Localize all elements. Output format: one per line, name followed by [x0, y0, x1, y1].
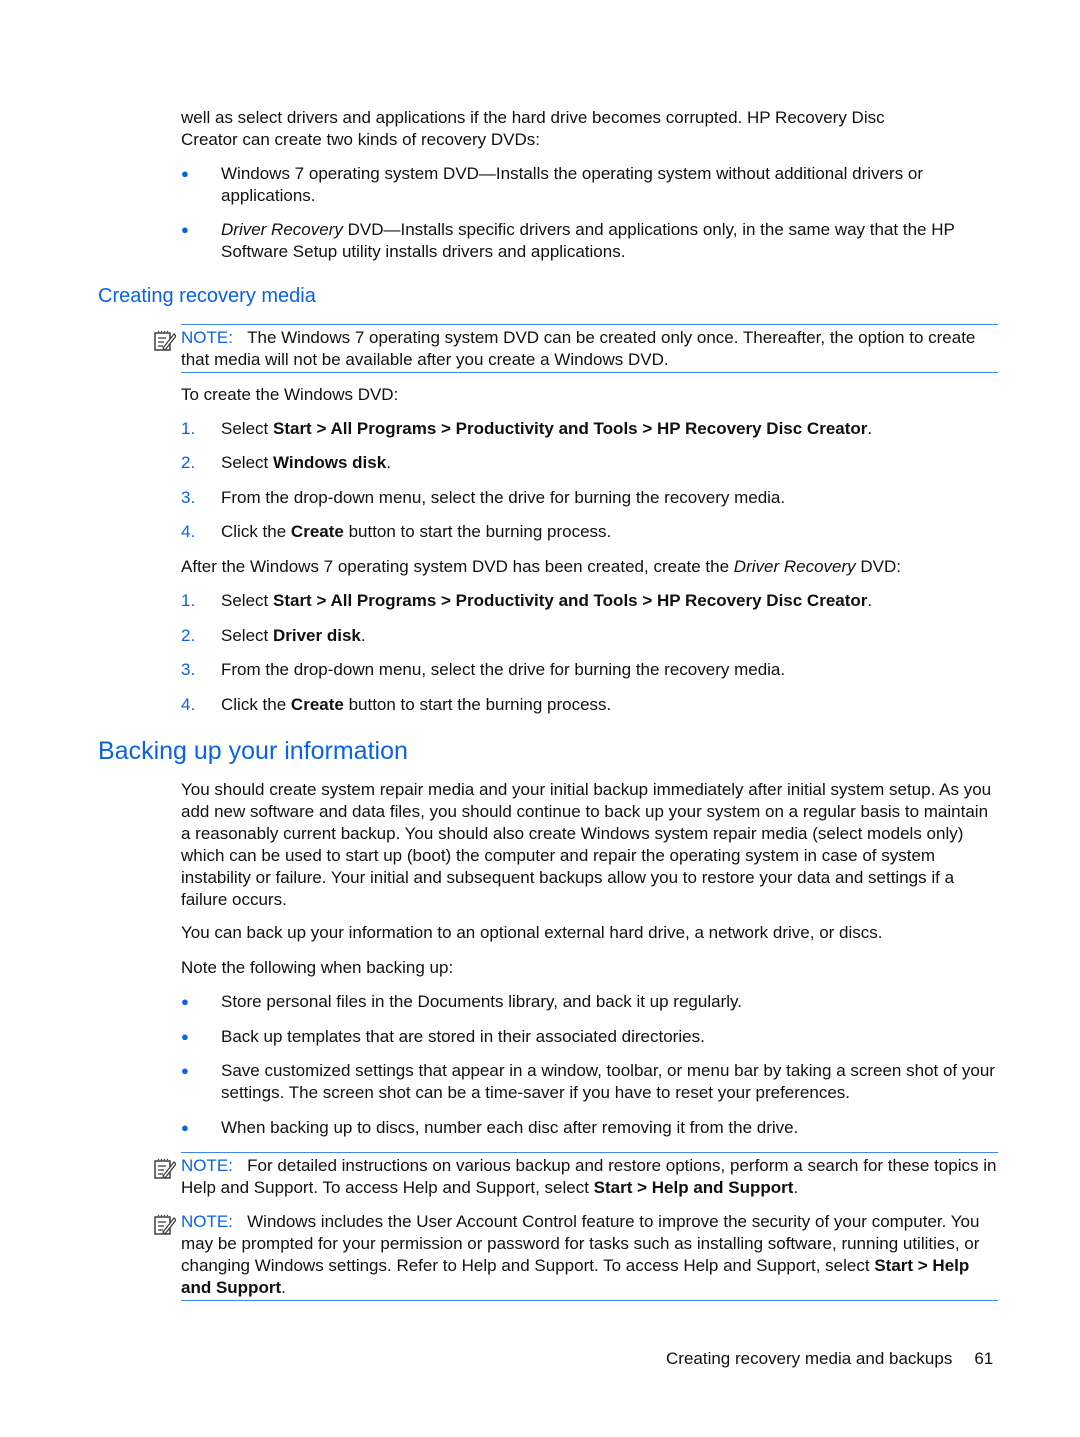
- note-pencil-icon: [154, 330, 176, 351]
- note-pencil-icon: [154, 1158, 176, 1179]
- bullet-icon: ●: [181, 222, 189, 237]
- step-item: 2. Select Driver disk.: [181, 626, 366, 645]
- note-rule-top: [181, 324, 998, 325]
- step-item: 1. Select Start > All Programs > Product…: [181, 419, 873, 438]
- backup-paragraph-1: You should create system repair media an…: [181, 780, 992, 909]
- backup-paragraph-2: You can back up your information to an o…: [181, 923, 883, 942]
- note-rule-bottom: [181, 372, 998, 373]
- list-item: ● When backing up to discs, number each …: [181, 1118, 799, 1137]
- page-footer: Creating recovery media and backups 61: [666, 1348, 993, 1370]
- bullet-icon: ●: [181, 994, 189, 1009]
- bullet-icon: ●: [181, 1029, 189, 1044]
- intro-line-1: well as select drivers and applications …: [181, 108, 885, 127]
- note-label: NOTE:: [181, 1156, 233, 1175]
- list-item: ● Store personal files in the Documents …: [181, 992, 742, 1011]
- step-item: 4. Click the Create button to start the …: [181, 695, 612, 714]
- note-creating: NOTE: The Windows 7 operating system DVD…: [181, 328, 976, 369]
- list-item: ● Driver Recovery DVD—Installs specific …: [181, 220, 955, 261]
- note-uac: NOTE: Windows includes the User Account …: [181, 1212, 980, 1297]
- note-pencil-icon: [154, 1214, 176, 1235]
- steps-intro-driver: After the Windows 7 operating system DVD…: [181, 557, 901, 576]
- note-label: NOTE:: [181, 328, 233, 347]
- list-item: ● Save customized settings that appear i…: [181, 1061, 995, 1102]
- section-heading-creating-recovery-media: Creating recovery media: [98, 285, 316, 307]
- note-rule-bottom: [181, 1300, 998, 1301]
- footer-chapter-title: Creating recovery media and backups: [666, 1349, 953, 1368]
- steps-intro: To create the Windows DVD:: [181, 385, 399, 404]
- bullet-icon: ●: [181, 166, 189, 181]
- note-label: NOTE:: [181, 1212, 233, 1231]
- note-rule-top: [181, 1152, 998, 1153]
- list-item: ● Windows 7 operating system DVD—Install…: [181, 164, 924, 205]
- backup-paragraph-3: Note the following when backing up:: [181, 958, 454, 977]
- step-item: 3. From the drop-down menu, select the d…: [181, 660, 786, 679]
- step-item: 3. From the drop-down menu, select the d…: [181, 488, 786, 507]
- intro-line-2: Creator can create two kinds of recovery…: [181, 130, 541, 149]
- bullet-icon: ●: [181, 1120, 189, 1135]
- intro-paragraph: well as select drivers and applications …: [181, 107, 1001, 151]
- list-item: ● Back up templates that are stored in t…: [181, 1027, 705, 1046]
- page-number: 61: [974, 1349, 994, 1368]
- bullet-icon: ●: [181, 1063, 189, 1078]
- step-item: 2. Select Windows disk.: [181, 453, 391, 472]
- step-item: 1. Select Start > All Programs > Product…: [181, 591, 873, 610]
- section-heading-backing-up: Backing up your information: [98, 737, 408, 765]
- note-backup-options: NOTE: For detailed instructions on vario…: [181, 1156, 997, 1197]
- step-item: 4. Click the Create button to start the …: [181, 522, 612, 541]
